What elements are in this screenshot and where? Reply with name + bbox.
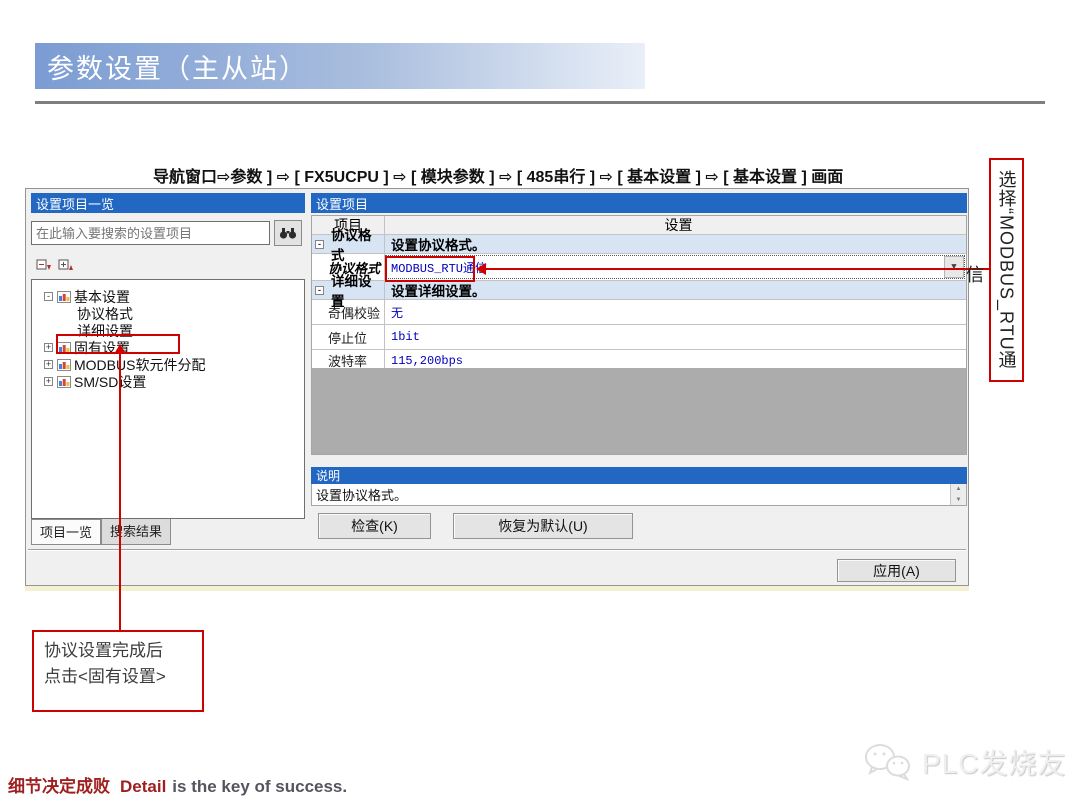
dialog-separator [28, 549, 966, 551]
tab-item-list[interactable]: 项目一览 [31, 519, 101, 545]
scroll-up-icon[interactable]: ▲ [956, 486, 962, 492]
description-header: 说明 [311, 467, 967, 484]
table-header-row: 项目 设置 [312, 216, 966, 235]
row-value: 设置详细设置。 [385, 281, 966, 299]
column-header-setting: 设置 [385, 216, 966, 234]
row-value: 1bit [385, 325, 966, 349]
tab-search-results[interactable]: 搜索结果 [101, 519, 171, 545]
tree-item-basic-settings[interactable]: - 基本设置 [32, 288, 304, 305]
table-row-detail-group[interactable]: - 详细设置 设置详细设置。 [312, 281, 966, 300]
description-body: 设置协议格式。 ▲ ▼ [311, 484, 967, 506]
page-title-text: 参数设置（主从站） [47, 47, 308, 86]
check-button[interactable]: 检查(K) [318, 513, 431, 539]
tree-item-sm-sd-settings[interactable]: + SM/SD设置 [32, 373, 304, 390]
callout-line2: 点击<固有设置> [44, 664, 202, 690]
setting-item-list-header: 设置项目一览 [31, 193, 305, 213]
collapse-icon[interactable]: - [315, 286, 324, 295]
expand-icon[interactable]: + [44, 343, 53, 352]
tree-item-label: SM/SD设置 [74, 372, 146, 392]
tree-item-protocol-format[interactable]: 协议格式 [32, 305, 304, 322]
expand-icon[interactable]: + [44, 360, 53, 369]
callout-connector-line [119, 352, 121, 631]
description-text: 设置协议格式。 [316, 485, 407, 504]
wechat-icon [862, 742, 914, 782]
restore-default-button[interactable]: 恢复为默认(U) [453, 513, 633, 539]
table-row-stop-bit[interactable]: 停止位 1bit [312, 325, 966, 350]
side-note-box: 选择“MODBUS_RTU通 [989, 158, 1024, 382]
title-underline [35, 101, 1045, 104]
footer-cn-text: 细节决定成败 [8, 777, 110, 796]
arrow-up-icon [114, 344, 126, 354]
dropdown-button[interactable]: ▼ [944, 256, 964, 278]
apply-button[interactable]: 应用(A) [837, 559, 956, 582]
watermark-logo: PLC发烧友 [862, 742, 1066, 782]
page-title: 参数设置（主从站） [35, 43, 645, 89]
parameter-icon [57, 376, 71, 388]
table-empty-area [311, 368, 967, 455]
setting-tree: - 基本设置 协议格式 详细设置 + 固有设置 [31, 279, 305, 519]
tree-item-modbus-device-assignment[interactable]: + MODBUS软元件分配 [32, 356, 304, 373]
row-label: 停止位 [312, 325, 385, 349]
footer-motto: 细节决定成败 Detail is the key of success. [8, 772, 347, 797]
watermark-text: PLC发烧友 [922, 742, 1066, 782]
binoculars-icon [279, 226, 297, 240]
search-button[interactable] [274, 220, 302, 246]
dialog-bottom-highlight [25, 586, 969, 591]
row-label: 奇偶校验 [312, 300, 385, 324]
callout-line1: 协议设置完成后 [44, 638, 202, 664]
breadcrumb: 导航窗口⇨参数 ] ⇨ [ FX5UCPU ] ⇨ [ 模块参数 ] ⇨ [ 4… [153, 163, 913, 187]
scrollbar[interactable]: ▲ ▼ [950, 484, 966, 505]
side-note-overflow-char: 信 [966, 261, 984, 287]
footer-en-rest: is the key of success. [172, 777, 347, 796]
expand-icon[interactable]: + [44, 377, 53, 386]
settings-table: 项目 设置 - 协议格式 设置协议格式。 协议格式 MODBUS_RTU通信 ▼ [311, 215, 967, 372]
table-row-parity[interactable]: 奇偶校验 无 [312, 300, 966, 325]
expand-all-icon[interactable] [58, 259, 74, 274]
scroll-down-icon[interactable]: ▼ [956, 497, 962, 503]
parameter-icon [57, 291, 71, 303]
chevron-down-icon: ▼ [951, 262, 956, 272]
collapse-icon[interactable]: - [315, 240, 324, 249]
search-input[interactable] [31, 221, 270, 245]
row-value: 设置协议格式。 [385, 235, 966, 253]
footer-en-highlight: Detail [120, 777, 166, 796]
parameter-icon [57, 359, 71, 371]
slide: 参数设置（主从站） 导航窗口⇨参数 ] ⇨ [ FX5UCPU ] ⇨ [ 模块… [0, 0, 1080, 810]
arrow-left-icon [476, 263, 486, 275]
callout-note: 协议设置完成后 点击<固有设置> [32, 630, 204, 712]
settings-dialog: 设置项目一览 [25, 188, 969, 586]
side-note-connector-line [486, 268, 990, 270]
collapse-icon[interactable]: - [44, 292, 53, 301]
highlight-box-protocol-value [385, 256, 475, 282]
collapse-all-icon[interactable] [36, 259, 52, 274]
side-note-text: 选择“MODBUS_RTU通 [994, 170, 1020, 370]
setting-item-header: 设置项目 [311, 193, 967, 213]
table-row-protocol-group[interactable]: - 协议格式 设置协议格式。 [312, 235, 966, 254]
row-value: 无 [385, 300, 966, 324]
